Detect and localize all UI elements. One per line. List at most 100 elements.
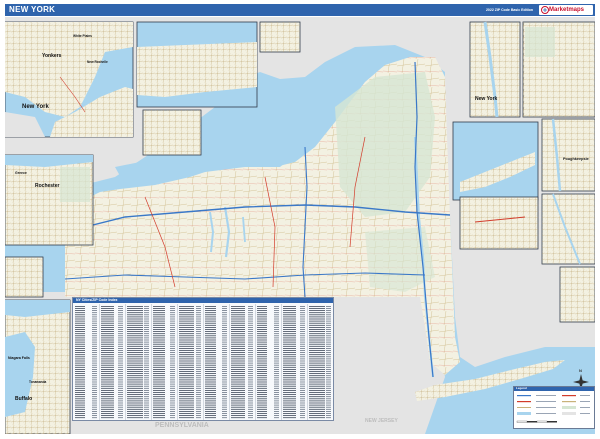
index-entry-zip [248, 316, 253, 318]
index-entry-name [205, 383, 216, 385]
index-entry-zip [118, 327, 123, 328]
index-entry-zip [222, 308, 227, 309]
index-entry-zip [274, 310, 279, 311]
index-entry-name [283, 398, 296, 400]
index-entry-name [283, 406, 296, 408]
index-entry-name [231, 381, 245, 383]
index-entry-zip [326, 314, 331, 316]
index-column [231, 306, 253, 419]
index-entry-name [257, 312, 267, 314]
index-entry-zip [196, 322, 201, 324]
index-entry-name [231, 352, 245, 353]
index-entry-name [309, 366, 325, 368]
index-entry-name [75, 329, 85, 330]
index-entry-zip [92, 318, 97, 320]
index-entry-zip [92, 366, 97, 368]
index-entry-zip [92, 392, 97, 393]
index-entry-name [179, 341, 194, 343]
index-entry-name [127, 331, 143, 332]
index-entry-zip [248, 392, 253, 393]
index-entry-name [153, 379, 165, 381]
index-entry-zip [118, 352, 123, 353]
index-entry-name [179, 394, 194, 395]
index-entry-name [283, 379, 296, 381]
index-entry-name [127, 404, 143, 406]
index-entry-name [309, 327, 325, 328]
index-entry-zip [170, 417, 175, 419]
index-entry-zip [170, 404, 175, 406]
index-entry-zip [170, 350, 175, 351]
neighbor-pennsylvania: PENNSYLVANIA [155, 422, 209, 429]
index-entry-zip [248, 369, 253, 370]
index-entry-name [257, 398, 267, 400]
index-entry-name [309, 316, 325, 318]
index-entry-name [283, 369, 296, 370]
index-entry-zip [92, 314, 97, 316]
index-entry-zip [144, 320, 149, 322]
index-entry-name [309, 314, 325, 316]
index-entry-zip [118, 322, 123, 324]
index-entry-name [257, 375, 267, 377]
index-entry-zip [300, 385, 305, 387]
index-entry-zip [118, 354, 123, 356]
index-entry-name [179, 306, 194, 307]
index-entry-name [257, 320, 267, 322]
index-entry-zip [222, 348, 227, 349]
index-entry-zip [326, 377, 331, 379]
index-entry-zip [274, 345, 279, 347]
index-entry-zip [222, 356, 227, 358]
index-entry-zip [326, 333, 331, 335]
index-entry-name [75, 398, 85, 400]
index-entry-zip [196, 402, 201, 404]
index-entry-name [101, 411, 114, 412]
index-column [127, 306, 149, 419]
index-entry-name [127, 413, 143, 414]
index-entry-name [283, 352, 296, 353]
index-entry-name [309, 392, 325, 393]
index-entry-zip [196, 348, 201, 349]
index-entry-zip [144, 354, 149, 356]
index-entry-zip [300, 316, 305, 318]
index-entry-name [205, 310, 216, 311]
index-entry-name [205, 341, 216, 343]
index-entry-zip [196, 408, 201, 410]
index-entry-zip [170, 411, 175, 412]
index-entry-name [101, 362, 114, 364]
publisher-logo: Marketmaps [539, 5, 593, 15]
index-entry-zip [118, 413, 123, 414]
index-entry-zip [300, 396, 305, 398]
index-entry-name [231, 417, 245, 419]
index-entry-name [257, 387, 267, 389]
index-entry-name [231, 385, 245, 387]
index-entry-zip [300, 320, 305, 322]
index-entry-name [179, 406, 194, 408]
index-entry-zip [274, 377, 279, 379]
index-entry-zip [300, 350, 305, 351]
index-entry-name [231, 358, 245, 360]
index-entry-name [283, 404, 296, 406]
index-entry-name [179, 312, 194, 314]
index-entry-name [127, 312, 143, 314]
index-entry-name [205, 366, 216, 368]
index-entry-name [75, 381, 85, 383]
index-entry-zip [196, 331, 201, 332]
index-entry-zip [222, 417, 227, 419]
index-entry-name [179, 387, 194, 389]
index-entry-name [283, 362, 296, 364]
index-entry-name [101, 312, 114, 314]
index-entry-zip [170, 322, 175, 324]
index-entry-zip [300, 343, 305, 345]
index-entry-zip [144, 335, 149, 337]
index-entry-zip [196, 316, 201, 318]
index-entry-zip [92, 362, 97, 364]
index-entry-zip [196, 394, 201, 395]
index-entry-zip [274, 320, 279, 322]
index-entry-name [153, 341, 165, 343]
inset-rochester [5, 154, 94, 246]
index-entry-name [179, 318, 194, 320]
index-entry-zip [144, 404, 149, 406]
index-entry-name [205, 316, 216, 318]
index-entry-zip [300, 312, 305, 314]
index-entry-zip [248, 408, 253, 410]
index-entry-zip [222, 369, 227, 370]
